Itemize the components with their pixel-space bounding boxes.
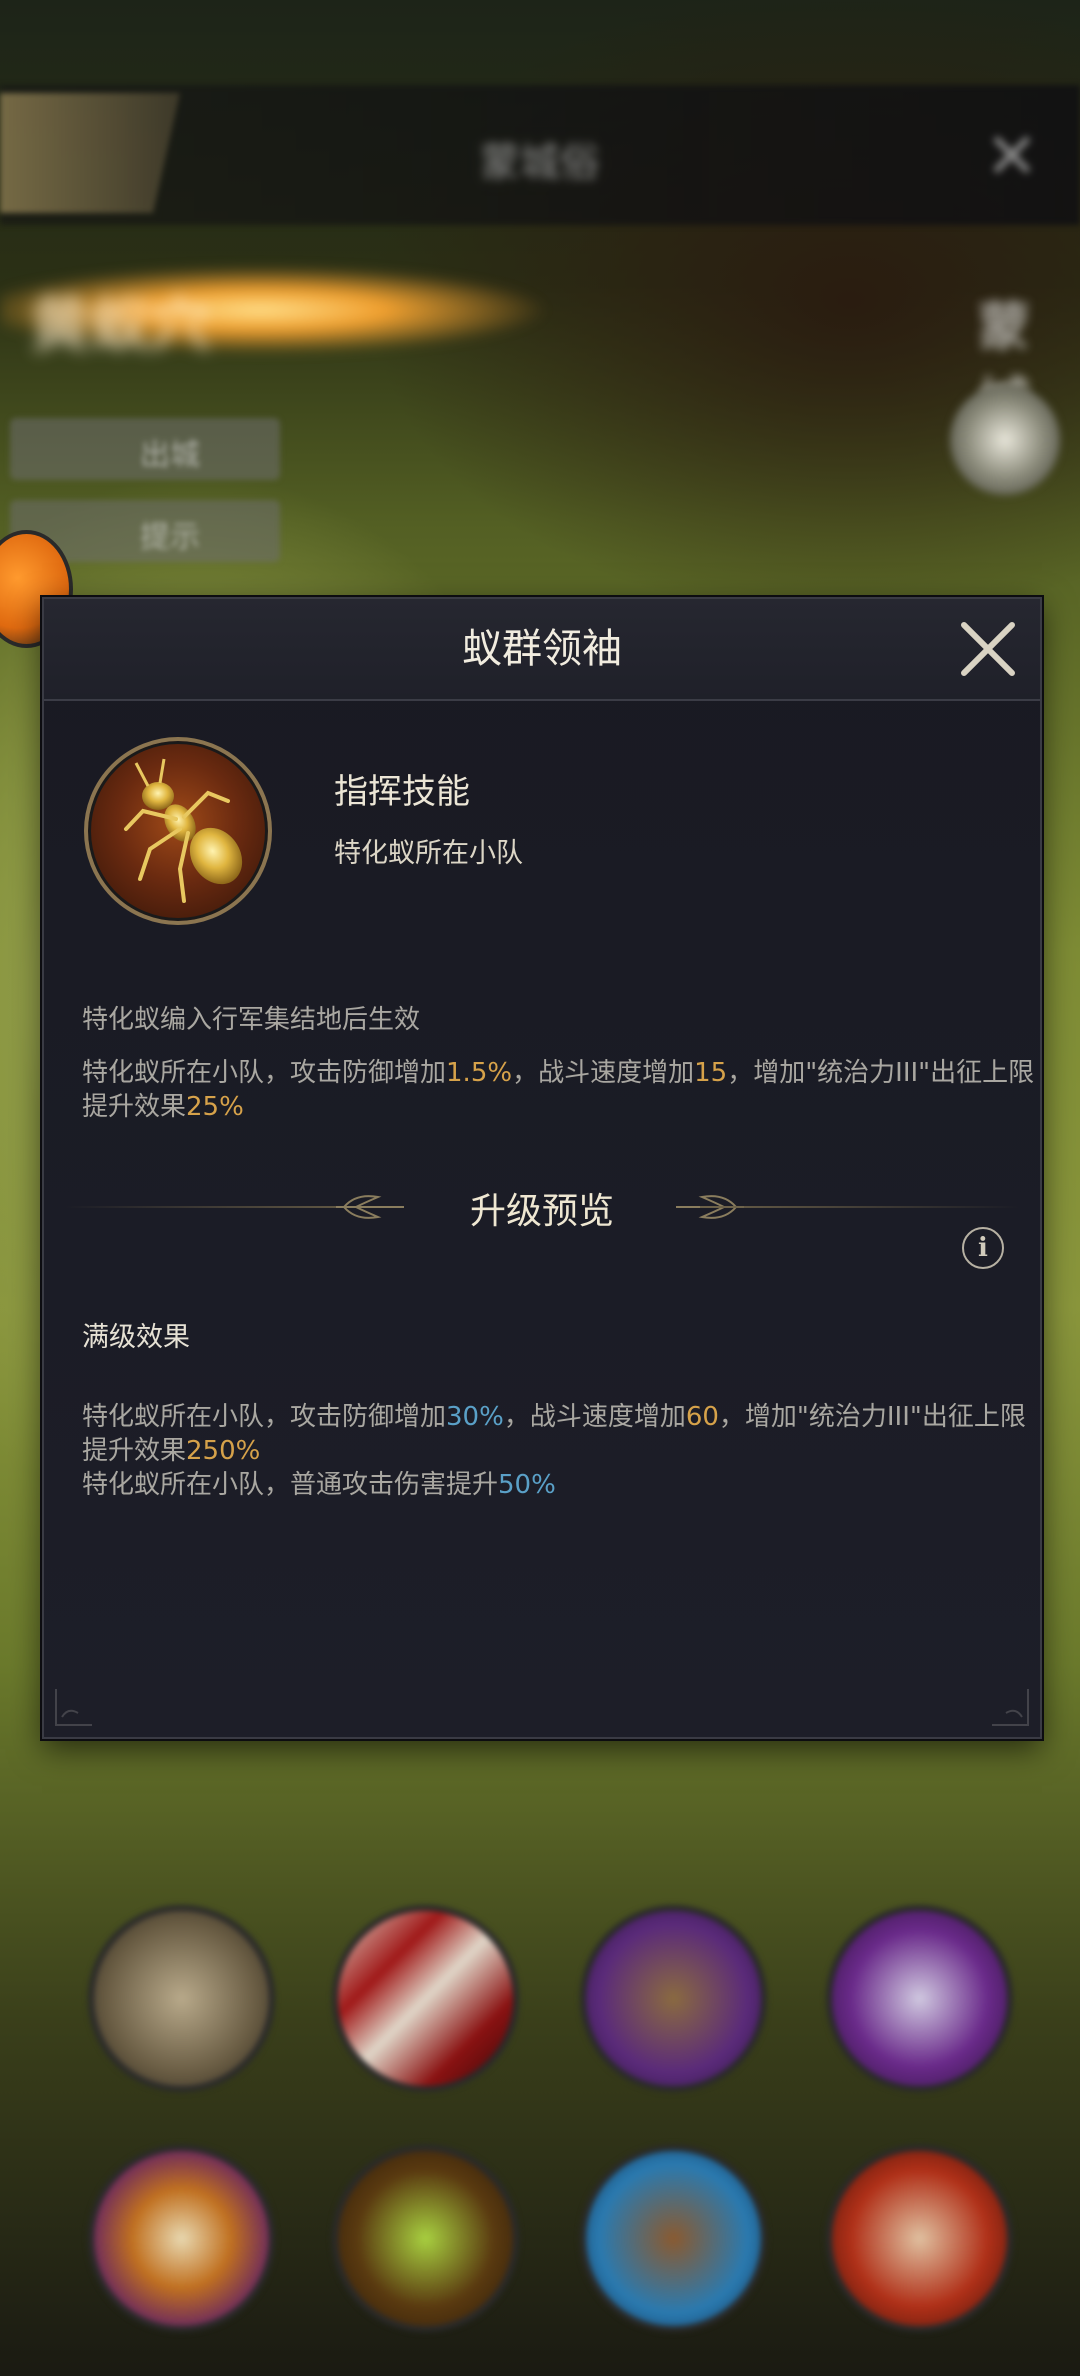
skill-detail-modal: 蚁群领袖 指挥技能 特化蚁所在小队 特化蚁编入行军集结地后生效 特化蚁所在小队，… xyxy=(42,597,1042,1739)
background-glow-title: 黄蚁穴 xyxy=(30,291,210,361)
ant-icon xyxy=(124,758,243,903)
skill-slot-icon xyxy=(88,2145,275,2332)
background-top-bar: 蒙城俗 ✕ xyxy=(0,85,1080,225)
close-icon xyxy=(961,622,1015,676)
max-level-label: 满级效果 xyxy=(82,1322,190,1353)
background-title-glow: 黄蚁穴 xyxy=(0,255,720,365)
ant-skill-icon xyxy=(84,737,272,925)
background-side-button: 出城 xyxy=(10,418,280,480)
skill-slot-icon xyxy=(332,1905,519,2092)
skill-name: 指挥技能 xyxy=(334,772,470,812)
effect-condition: 特化蚁编入行军集结地后生效 xyxy=(82,1005,421,1035)
background-avatar xyxy=(950,385,1060,495)
info-icon-button[interactable]: i xyxy=(962,1227,1004,1269)
current-effect-text: 特化蚁所在小队，攻击防御增加1.5%，战斗速度增加15，增加"统治力III"出征… xyxy=(82,1058,1035,1122)
skill-slot-icon xyxy=(580,1905,767,2092)
corner-ornament-icon xyxy=(992,1689,1029,1726)
max-effect-text-2: 特化蚁所在小队，普通攻击伤害提升50% xyxy=(82,1470,556,1500)
skill-slot-icon xyxy=(826,1905,1013,2092)
background-title: 蒙城俗 xyxy=(480,140,600,186)
skill-slot-icon xyxy=(332,2145,519,2332)
modal-header: 蚁群领袖 xyxy=(44,599,1040,701)
modal-title: 蚁群领袖 xyxy=(462,626,622,672)
skill-slot-icon xyxy=(580,2145,767,2332)
max-effect-text-1: 特化蚁所在小队，攻击防御增加30%，战斗速度增加60，增加"统治力III"出征上… xyxy=(82,1402,1026,1466)
skill-scope: 特化蚁所在小队 xyxy=(334,838,523,869)
upgrade-preview-title: 升级预览 xyxy=(469,1191,614,1232)
close-button[interactable] xyxy=(956,617,1020,681)
corner-ornament-icon xyxy=(55,1689,92,1726)
background-close-icon: ✕ xyxy=(985,120,1039,194)
skill-slot-icon xyxy=(88,1905,275,2092)
skill-slot-icon xyxy=(826,2145,1013,2332)
